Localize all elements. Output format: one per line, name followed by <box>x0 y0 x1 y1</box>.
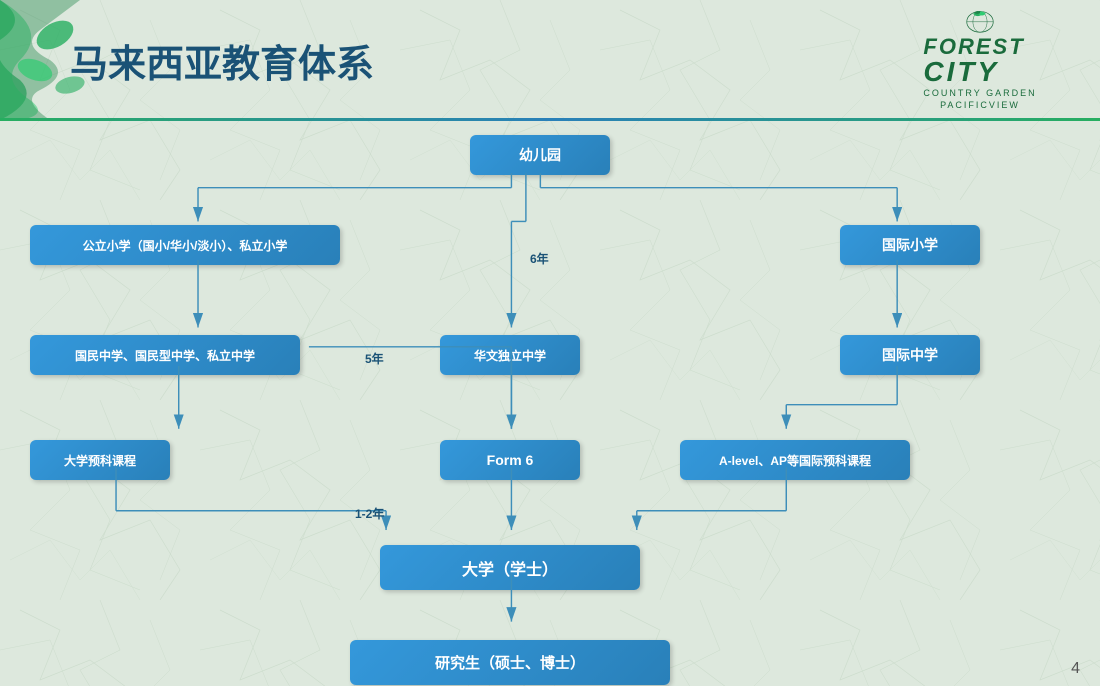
box-university: 大学（学士） <box>380 545 640 590</box>
logo-subtitle2: PACIFICVIEW <box>923 100 1036 110</box>
diagram-area: 6年 5年 1-2年 幼儿园 公立小学（国小/华小/淡小）、私立小学 国际小学 … <box>0 125 1100 666</box>
box-public-primary: 公立小学（国小/华小/淡小）、私立小学 <box>30 225 340 265</box>
box-intl-primary: 国际小学 <box>840 225 980 265</box>
label-6years: 6年 <box>530 250 549 267</box>
box-alevel: A-level、AP等国际预科课程 <box>680 440 910 480</box>
box-national-mid: 国民中学、国民型中学、私立中学 <box>30 335 300 375</box>
logo-graphic <box>950 10 1010 36</box>
box-chinese-mid: 华文独立中学 <box>440 335 580 375</box>
box-intl-mid: 国际中学 <box>840 335 980 375</box>
logo-text-container: FOREST CITY COUNTRY GARDEN PACIFICVIEW <box>923 36 1036 110</box>
box-kindergarten: 幼儿园 <box>470 135 610 175</box>
page-number: 4 <box>1071 660 1080 678</box>
logo-city: CITY <box>923 58 1036 86</box>
logo-subtitle1: COUNTRY GARDEN <box>923 88 1036 98</box>
page-title: 马来西亚教育体系 <box>70 33 374 88</box>
box-preuni: 大学预科课程 <box>30 440 170 480</box>
box-graduate: 研究生（硕士、博士） <box>350 640 670 685</box>
header-left: 马来西亚教育体系 <box>20 33 374 88</box>
label-1-2years: 1-2年 <box>355 505 384 522</box>
logo-area: FOREST CITY COUNTRY GARDEN PACIFICVIEW <box>880 10 1080 110</box>
logo-forest: FOREST <box>923 36 1036 58</box>
label-5years: 5年 <box>365 350 384 367</box>
box-form6: Form 6 <box>440 440 580 480</box>
header-divider <box>0 118 1100 121</box>
